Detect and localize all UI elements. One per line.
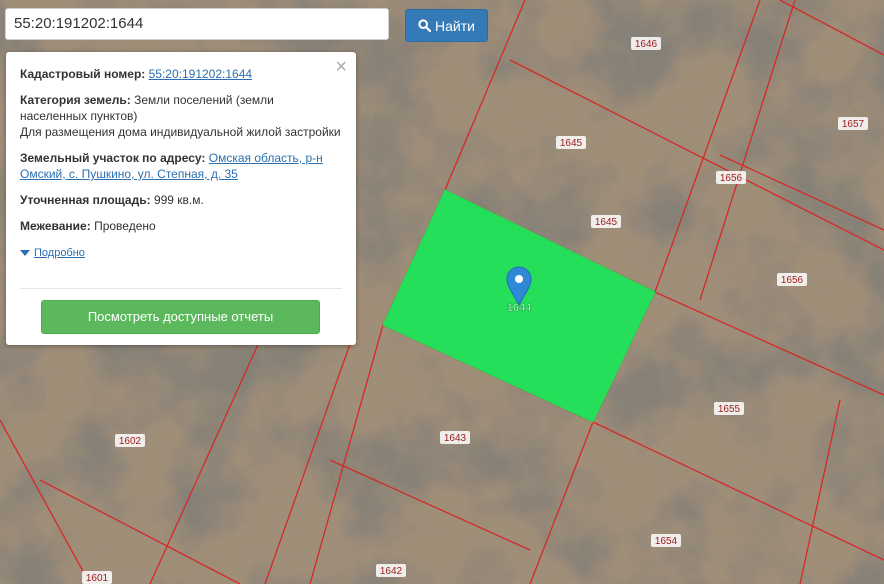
search-input[interactable]: 55:20:191202:1644 [5, 8, 389, 40]
close-icon[interactable]: × [335, 57, 347, 77]
parcel-label[interactable]: 1643 [440, 431, 470, 444]
selected-parcel-label: 1644 [507, 302, 532, 314]
address-row: Земельный участок по адресу: Омская обла… [20, 150, 342, 182]
cadastral-number-row: Кадастровый номер: 55:20:191202:1644 [20, 66, 342, 82]
svg-text:1645: 1645 [595, 217, 618, 228]
svg-text:1655: 1655 [718, 404, 741, 415]
area-row: Уточненная площадь: 999 кв.м. [20, 192, 342, 208]
land-use-value: Для размещения дома индивидуальной жилой… [20, 125, 341, 139]
parcel-label[interactable]: 1656 [777, 273, 807, 286]
parcel-label[interactable]: 1654 [651, 534, 681, 547]
view-reports-button[interactable]: Посмотреть доступные отчеты [41, 300, 320, 334]
cadastral-number-link[interactable]: 55:20:191202:1644 [149, 67, 252, 81]
address-label: Земельный участок по адресу: [20, 151, 206, 165]
svg-text:1656: 1656 [720, 173, 743, 184]
svg-text:1646: 1646 [635, 39, 658, 50]
divider [20, 288, 342, 289]
cadastral-number-label: Кадастровый номер: [20, 67, 146, 81]
parcel-label[interactable]: 1602 [115, 434, 145, 447]
svg-text:1642: 1642 [380, 566, 403, 577]
parcel-label[interactable]: 1657 [838, 117, 868, 130]
parcel-label[interactable]: 1656 [716, 171, 746, 184]
svg-text:1645: 1645 [560, 138, 583, 149]
svg-text:1654: 1654 [655, 536, 678, 547]
parcel-label[interactable]: 1646 [631, 37, 661, 50]
parcel-label[interactable]: 1655 [714, 402, 744, 415]
search-button-label: Найти [435, 17, 475, 34]
parcel-info-popup: × Кадастровый номер: 55:20:191202:1644 К… [6, 52, 356, 345]
search-icon [418, 19, 432, 32]
survey-row: Межевание: Проведено [20, 218, 342, 234]
area-label: Уточненная площадь: [20, 193, 151, 207]
land-category-label: Категория земель: [20, 93, 131, 107]
parcel-label[interactable]: 1642 [376, 564, 406, 577]
area-value: 999 кв.м. [153, 193, 204, 207]
svg-text:1643: 1643 [444, 433, 467, 444]
caret-down-icon [20, 250, 30, 256]
land-category-row: Категория земель: Земли поселений (земли… [20, 92, 342, 140]
svg-text:1601: 1601 [86, 573, 109, 584]
details-link[interactable]: Подробно [20, 245, 85, 261]
parcel-label[interactable]: 1645 [556, 136, 586, 149]
svg-text:1602: 1602 [119, 436, 142, 447]
details-link-label: Подробно [34, 247, 85, 259]
survey-value: Проведено [94, 219, 156, 233]
parcel-label[interactable]: 1601 [82, 571, 112, 584]
svg-text:1657: 1657 [842, 119, 865, 130]
survey-label: Межевание: [20, 219, 91, 233]
search-button[interactable]: Найти [405, 9, 488, 42]
parcel-label[interactable]: 1645 [591, 215, 621, 228]
svg-text:1656: 1656 [781, 275, 804, 286]
